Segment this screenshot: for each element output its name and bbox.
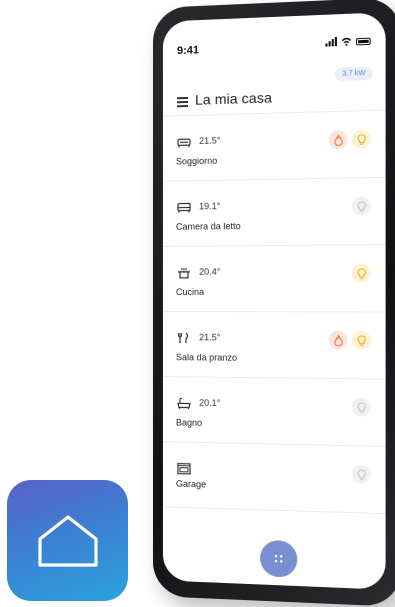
phone-mockup: 9:41 3.7 kW La mia casa (153, 0, 395, 607)
menu-icon[interactable] (177, 97, 188, 106)
room-row-camera-da-letto[interactable]: 19.1° Camera da letto (163, 177, 386, 246)
garage-icon (177, 463, 191, 475)
room-temperature: 20.4° (199, 267, 220, 277)
battery-icon (356, 38, 371, 46)
flame-icon[interactable] (329, 130, 348, 149)
dots-grid-icon (272, 552, 284, 565)
status-time: 9:41 (177, 44, 199, 57)
room-temperature: 20.1° (199, 398, 220, 408)
status-bar: 9:41 (163, 12, 386, 61)
light-bulb-icon[interactable] (352, 264, 371, 283)
room-row-garage[interactable]: Garage (163, 441, 386, 514)
room-row-soggiorno[interactable]: 21.5° Soggiorno (163, 110, 386, 181)
light-bulb-icon[interactable] (352, 465, 371, 484)
room-list: 21.5° Soggiorno 19.1° Camera da let (163, 110, 386, 515)
flame-icon[interactable] (329, 331, 348, 350)
status-icons (325, 36, 370, 47)
page-title: La mia casa (195, 89, 272, 108)
pot-icon (177, 267, 191, 279)
room-row-bagno[interactable]: 20.1° Bagno (163, 376, 386, 446)
home-outline-icon (36, 513, 100, 569)
fab-button[interactable] (260, 540, 297, 578)
room-temperature: 19.1° (199, 201, 220, 211)
light-bulb-icon[interactable] (352, 398, 371, 417)
room-name: Sala da pranzo (176, 352, 237, 363)
power-badge: 3.7 kW (335, 66, 373, 81)
room-name: Camera da letto (176, 221, 241, 232)
room-name: Soggiorno (176, 156, 217, 167)
room-name: Bagno (176, 417, 202, 428)
app-screen: 9:41 3.7 kW La mia casa (163, 12, 386, 589)
bathtub-icon (177, 397, 191, 409)
light-bulb-icon[interactable] (352, 130, 371, 149)
room-row-cucina[interactable]: 20.4° Cucina (163, 244, 386, 311)
signal-icon (325, 37, 337, 47)
sofa-icon (177, 136, 191, 148)
app-header: 3.7 kW La mia casa (163, 66, 386, 116)
app-icon-tile[interactable] (7, 480, 128, 601)
light-bulb-icon[interactable] (352, 331, 371, 350)
bed-icon (177, 201, 191, 213)
room-row-sala-da-pranzo[interactable]: 21.5° Sala da pranzo (163, 311, 386, 379)
cutlery-icon (177, 332, 191, 344)
wifi-icon (341, 37, 352, 46)
room-name: Garage (176, 479, 206, 490)
room-temperature: 21.5° (199, 332, 220, 342)
room-name: Cucina (176, 287, 204, 297)
light-bulb-icon[interactable] (352, 197, 371, 216)
room-temperature: 21.5° (199, 135, 220, 146)
